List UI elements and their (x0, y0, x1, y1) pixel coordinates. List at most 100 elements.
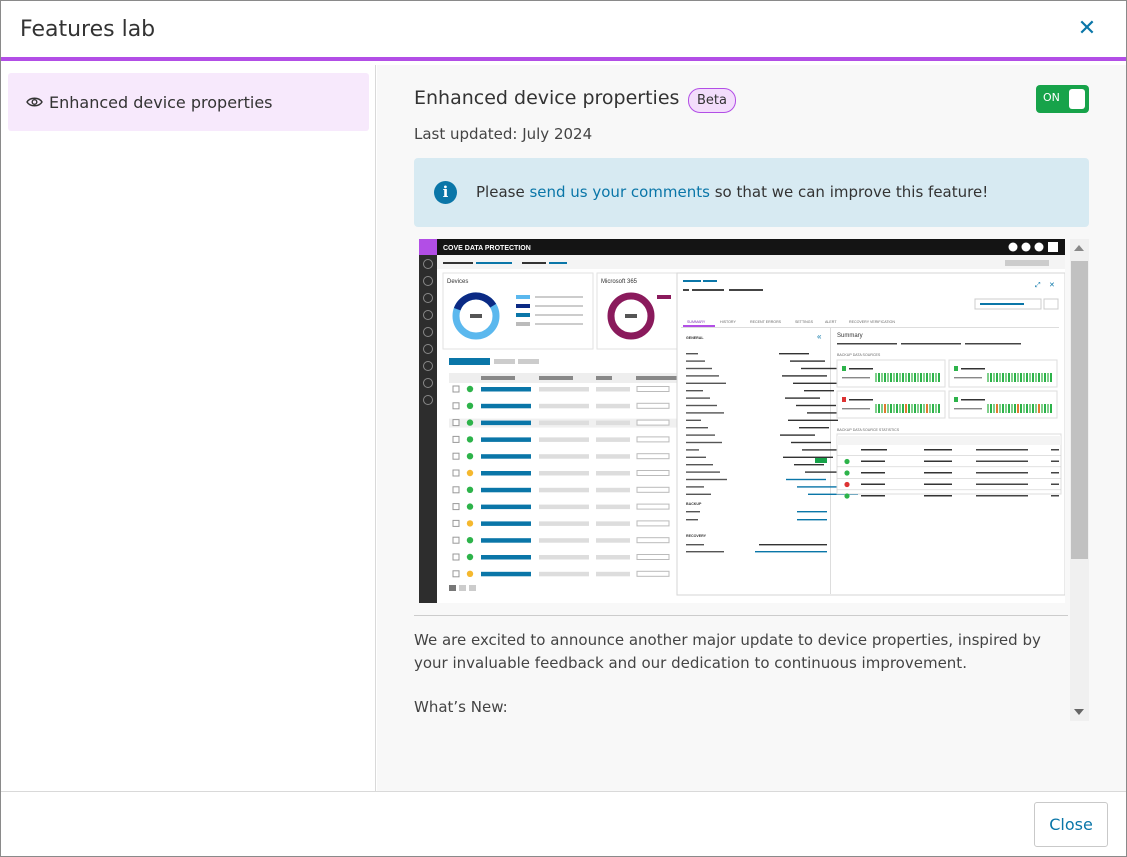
preview-shape (1032, 373, 1034, 382)
preview-shape (890, 404, 892, 413)
preview-shape (539, 538, 589, 543)
preview-status-dot (466, 402, 474, 409)
preview-shape (799, 427, 829, 429)
preview-shape (1011, 404, 1013, 413)
preview-shape (481, 571, 531, 577)
toggle-knob (1069, 89, 1085, 109)
preview-shape (785, 397, 820, 399)
preview-shape (790, 360, 825, 362)
preview-shape (481, 471, 531, 476)
preview-status-dot (466, 553, 474, 561)
preview-shape (636, 436, 670, 443)
feature-preview-image: COVE DATA PROTECTION Devices Microsoft 3… (419, 239, 1065, 603)
svg-text:✕: ✕ (1049, 282, 1055, 289)
preview-shape (837, 455, 1061, 456)
preview-shape (924, 495, 952, 497)
preview-shape (961, 399, 985, 401)
preview-shape (782, 375, 827, 377)
preview-shape (636, 470, 670, 476)
preview-shape (481, 504, 531, 510)
preview-shape (539, 504, 589, 510)
preview-shape (902, 404, 904, 413)
preview-shape (783, 456, 833, 458)
preview-shape (924, 483, 952, 485)
preview-shape (686, 471, 720, 473)
preview-shape (452, 503, 460, 511)
preview-shape (1017, 404, 1019, 413)
content-scrollbar[interactable] (1070, 239, 1089, 721)
preview-shape (1038, 373, 1040, 382)
preview-shape (861, 460, 885, 462)
send-comments-link[interactable]: send us your comments (529, 183, 710, 201)
preview-shape (804, 390, 834, 392)
preview-shape (539, 487, 589, 493)
preview-shape (887, 373, 889, 382)
preview-shape (1038, 404, 1040, 413)
preview-shape (686, 434, 715, 436)
preview-shape (905, 373, 907, 382)
preview-shape (797, 486, 842, 488)
preview-shape (759, 544, 827, 546)
preview-shape (1017, 373, 1019, 382)
preview-shape (914, 404, 916, 413)
close-icon[interactable]: ✕ (1074, 16, 1100, 42)
preview-shape (452, 419, 460, 427)
preview-shape (539, 420, 589, 426)
feature-content-scroll[interactable]: COVE DATA PROTECTION Devices Microsoft 3… (414, 239, 1089, 721)
feature-toggle[interactable]: ON (1036, 85, 1089, 113)
preview-shape (779, 353, 809, 355)
preview-shape (686, 551, 724, 553)
preview-shape (976, 495, 1028, 497)
preview-shape (1047, 373, 1049, 382)
sidebar: Enhanced device properties (1, 65, 376, 791)
sidebar-item-label: Enhanced device properties (49, 92, 273, 112)
preview-shape (636, 520, 670, 527)
preview-shape (938, 373, 940, 382)
preview-shape (1008, 404, 1010, 413)
preview-status-dot (466, 469, 474, 477)
preview-shape (815, 458, 827, 463)
preview-shape (794, 464, 824, 466)
scroll-up-arrow-icon[interactable] (1074, 245, 1084, 251)
preview-shape (452, 553, 460, 561)
preview-shape (976, 449, 1028, 451)
preview-shape (596, 521, 630, 526)
preview-shape (686, 419, 701, 421)
preview-shape (686, 397, 710, 399)
preview-shape (1020, 373, 1022, 382)
preview-shape (1035, 373, 1037, 382)
preview-shape (976, 483, 1028, 485)
preview-shape (1051, 460, 1059, 462)
preview-shape (911, 373, 913, 382)
preview-shape (596, 538, 630, 543)
preview-shape (920, 373, 922, 382)
scroll-down-arrow-icon[interactable] (1074, 709, 1084, 715)
preview-shape (954, 366, 958, 371)
sidebar-item-enhanced-device-properties[interactable]: Enhanced device properties (8, 73, 369, 131)
preview-shape (926, 373, 928, 382)
preview-shape (636, 503, 670, 510)
preview-shape (917, 373, 919, 382)
svg-text:«: « (817, 332, 822, 341)
preview-summary-title: Summary (837, 333, 863, 339)
preview-shape (596, 555, 630, 560)
preview-shape (1011, 373, 1013, 382)
scrollbar-thumb[interactable] (1071, 261, 1088, 559)
beta-badge: Beta (688, 88, 736, 113)
preview-shape (539, 521, 589, 526)
content-divider (414, 615, 1068, 616)
preview-shape (987, 404, 989, 413)
preview-shape (908, 373, 910, 382)
preview-shape (938, 404, 940, 413)
preview-shape (686, 412, 724, 414)
preview-shape (1050, 404, 1052, 413)
preview-shape (755, 551, 827, 553)
preview-shape (929, 373, 931, 382)
close-button[interactable]: Close (1034, 802, 1108, 847)
preview-app-name: COVE DATA PROTECTION (443, 245, 531, 252)
preview-shape (686, 456, 706, 458)
preview-shape (849, 368, 873, 370)
preview-shape (896, 373, 898, 382)
preview-shape (899, 373, 901, 382)
preview-shape (539, 571, 589, 577)
